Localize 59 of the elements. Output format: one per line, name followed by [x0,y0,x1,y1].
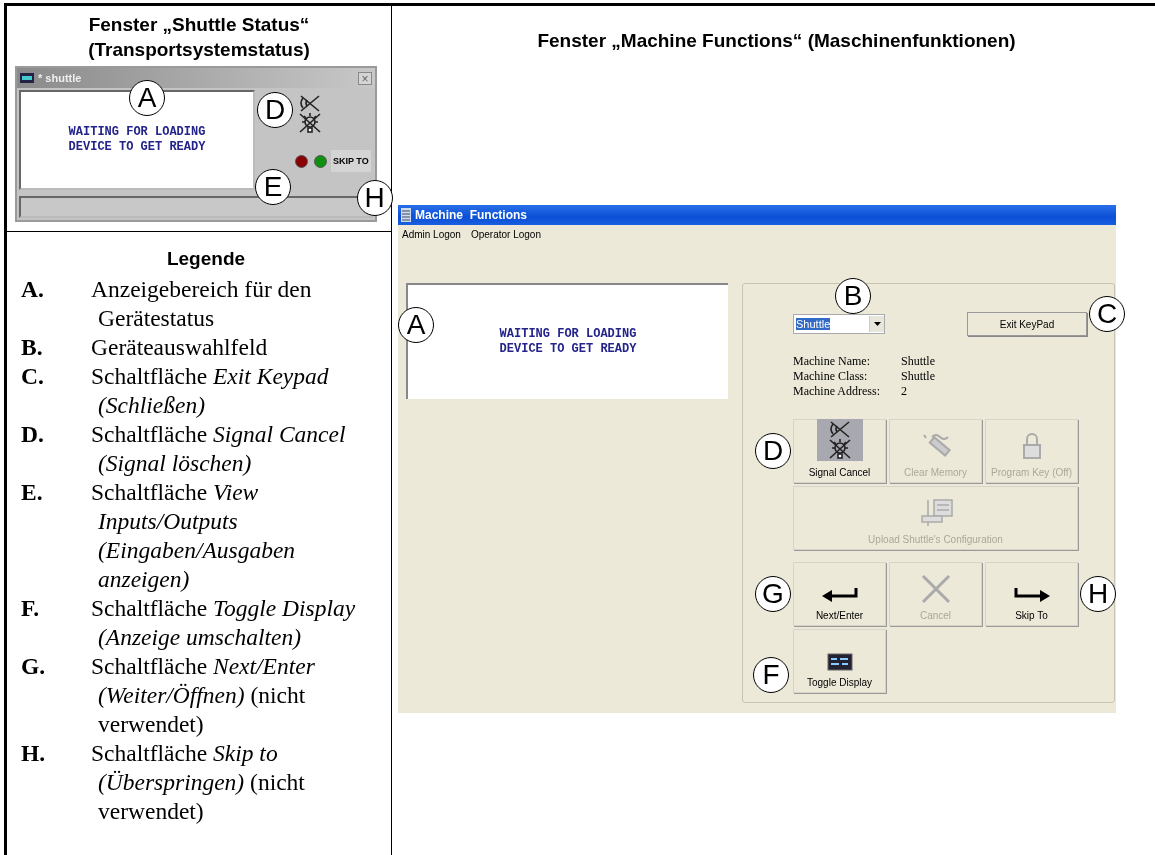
function-button[interactable]: Signal Cancel [793,419,886,483]
exit-keypad-button[interactable]: Exit KeyPad [967,312,1087,336]
close-button[interactable]: × [358,71,372,85]
window-icon [401,208,411,222]
section-heading: Fenster „Machine Functions“ (Maschinenfunktionen) [536,29,1017,53]
callout-label: A [398,307,434,343]
callout-label: H [1080,576,1116,612]
callout-label: F [753,657,789,693]
callout-label: B [835,278,871,314]
indicator-light[interactable] [314,154,327,168]
info-label: Machine Class: [793,369,869,384]
callout-label: E [255,168,291,205]
info-value: Shuttle [901,369,936,384]
legend-text: Schaltfläche Toggle Display (Anzeige umschalten) [91,594,357,652]
legend-text: Schaltfläche Skip to (Überspringen) (nicht verwendet) [91,739,306,826]
legend-letter: D. [21,420,45,449]
callout-label: H [356,180,393,216]
window-title: * shuttle [38,72,82,84]
callout-label: G [755,576,791,612]
legend-letter: E. [21,478,44,507]
window-title: Machine Functions [415,208,527,222]
status-text: DEVICE TO GET READY [68,140,206,155]
window-icon [20,73,34,83]
function-button[interactable]: Skip To [985,562,1078,626]
legend-letter: G. [21,652,47,681]
legend-heading: Legende [165,247,247,271]
lock-icon [1021,431,1042,461]
legend-text: Schaltfläche Signal Cancel (Signal löschen) [91,420,347,478]
callout-label: D [257,92,293,128]
dropdown-arrow-icon [873,322,881,326]
legend-letter: B. [21,333,44,362]
indicator-light[interactable] [295,154,308,168]
status-text: WAITING FOR LOADING [499,327,637,342]
status-text: WAITING FOR LOADING [68,125,206,140]
info-value: 2 [901,384,908,399]
skip-button[interactable]: SKIP TO [331,150,371,172]
info-label: Machine Name: [793,354,871,369]
info-value: Shuttle [901,354,936,369]
legend-letter: H. [21,739,47,768]
section-heading: Fenster „Shuttle Status“ (Transportsystemstatus) [87,13,311,62]
legend-text: Geräteauswahlfeld [91,333,269,362]
legend-text: Schaltfläche Exit Keypad (Schließen) [91,362,330,420]
legend-letter: F. [21,594,41,623]
function-button[interactable]: Next/Enter [793,562,886,626]
device-dropdown[interactable]: Shuttle [793,314,885,334]
function-button[interactable]: Toggle Display [793,629,886,693]
status-text: DEVICE TO GET READY [499,342,637,357]
menu-item[interactable]: Operator Logon [470,228,541,240]
menu-item[interactable]: Admin Logon [402,228,461,240]
monitor-icon [826,653,853,671]
info-label: Machine Address: [793,384,881,399]
legend-letter: A. [21,275,45,304]
legend-text: Schaltfläche Next/Enter (Weiter/Öffnen) (nicht verwendet) [91,652,316,739]
legend-letter: C. [21,362,45,391]
cross-icon [920,574,951,604]
legend-text: Anzeigebereich für den Gerätestatus [91,275,313,333]
callout-label: C [1089,296,1125,332]
legend-text: Schaltfläche View Inputs/Outputs (Eingaben/Ausgaben anzeigen) [91,478,297,594]
callout-label: D [755,433,791,469]
